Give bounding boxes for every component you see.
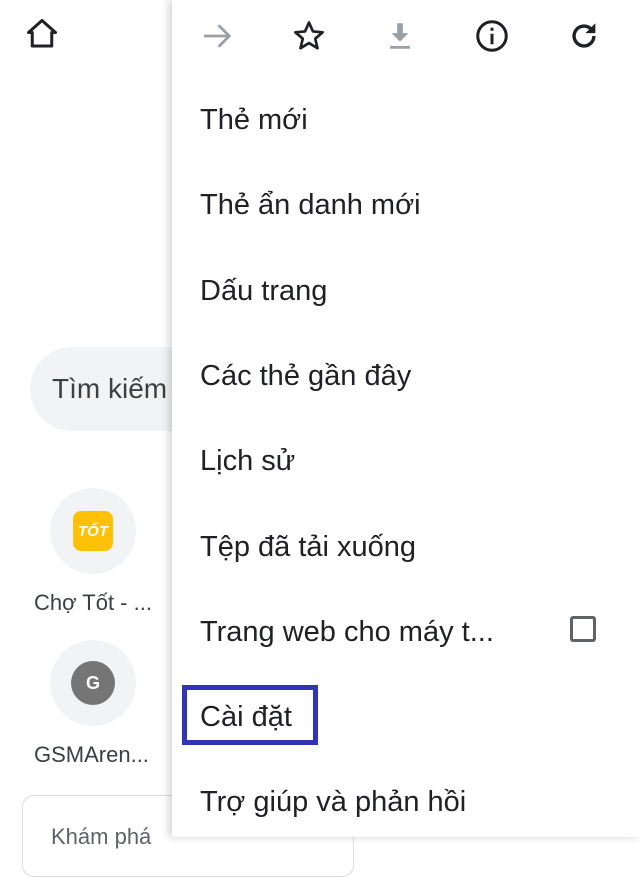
home-button[interactable] bbox=[22, 14, 62, 54]
shortcut-tile-cho-tot[interactable]: TỐT Chợ Tốt - ... bbox=[30, 488, 180, 618]
search-placeholder: Tìm kiếm bbox=[52, 373, 168, 404]
star-icon bbox=[294, 21, 324, 50]
menu-item-label: Dấu trang bbox=[200, 274, 328, 307]
cho-tot-logo-icon: TỐT bbox=[73, 511, 113, 551]
menu-item-bookmarks[interactable]: Dấu trang bbox=[172, 249, 640, 333]
settings-highlight-box bbox=[182, 685, 318, 745]
menu-item-label: Lịch sử bbox=[200, 444, 296, 477]
menu-item-label: Các thẻ gần đây bbox=[200, 359, 412, 392]
forward-icon bbox=[203, 24, 231, 48]
home-icon bbox=[27, 19, 57, 48]
menu-item-new-tab[interactable]: Thẻ mới bbox=[172, 78, 640, 162]
shortcut-tile-gsmarena[interactable]: G GSMAren... bbox=[30, 640, 180, 770]
menu-item-desktop-site[interactable]: Trang web cho máy t... bbox=[172, 590, 640, 674]
menu-item-downloads[interactable]: Tệp đã tải xuống bbox=[172, 505, 640, 589]
shortcut-icon-container: G bbox=[50, 640, 136, 726]
page-info-button[interactable] bbox=[470, 14, 514, 58]
desktop-site-checkbox[interactable] bbox=[570, 616, 596, 642]
menu-item-label: Thẻ mới bbox=[200, 103, 308, 136]
reload-button[interactable] bbox=[562, 14, 606, 58]
download-button[interactable] bbox=[378, 14, 422, 58]
explore-label: Khám phá bbox=[51, 824, 152, 849]
shortcut-label: GSMAren... bbox=[34, 742, 149, 767]
gsmarena-letter-icon: G bbox=[71, 661, 115, 705]
menu-item-new-incognito-tab[interactable]: Thẻ ẩn danh mới bbox=[172, 163, 640, 247]
download-icon bbox=[390, 23, 410, 49]
menu-item-label: Trang web cho máy t... bbox=[200, 615, 494, 648]
menu-item-help-feedback[interactable]: Trợ giúp và phản hồi bbox=[172, 760, 640, 844]
menu-item-label: Tệp đã tải xuống bbox=[200, 530, 417, 563]
shortcut-icon-container: TỐT bbox=[50, 488, 136, 574]
reload-icon bbox=[572, 23, 596, 48]
forward-button[interactable] bbox=[196, 14, 240, 58]
shortcut-label: Chợ Tốt - ... bbox=[34, 590, 152, 615]
menu-item-label: Thẻ ẩn danh mới bbox=[200, 188, 421, 221]
menu-item-history[interactable]: Lịch sử bbox=[172, 419, 640, 503]
menu-item-label: Trợ giúp và phản hồi bbox=[200, 785, 467, 818]
menu-toolbar bbox=[172, 0, 640, 72]
info-icon bbox=[476, 20, 508, 52]
bookmark-button[interactable] bbox=[287, 14, 331, 58]
menu-item-recent-tabs[interactable]: Các thẻ gần đây bbox=[172, 334, 640, 418]
